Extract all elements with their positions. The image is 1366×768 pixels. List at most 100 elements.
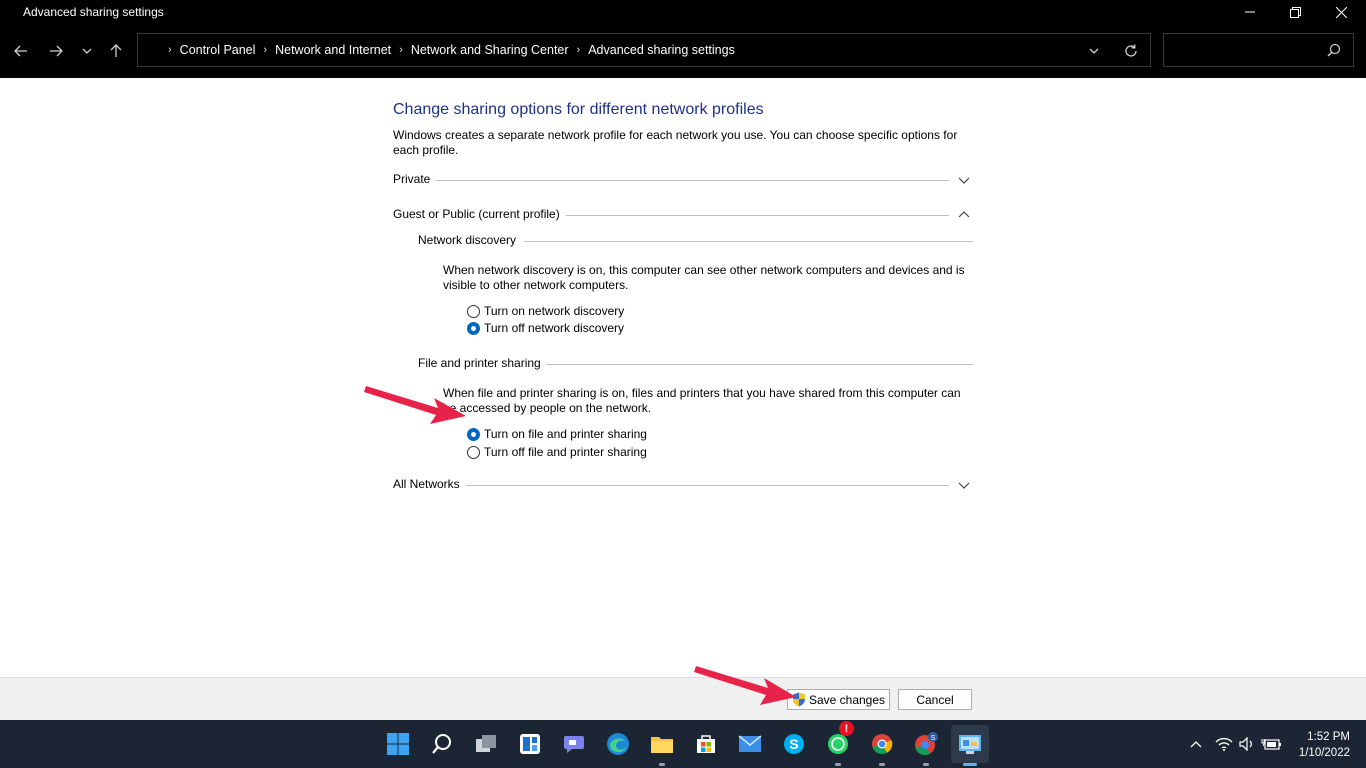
control-panel-button[interactable] xyxy=(951,725,989,766)
folder-icon xyxy=(651,737,673,753)
network-discovery-off-label[interactable]: Turn off network discovery xyxy=(484,321,624,335)
breadcrumb-network-and-internet[interactable]: Network and Internet xyxy=(275,43,391,57)
action-bar: Save changes Cancel xyxy=(0,677,1366,720)
annotation-arrow-icon xyxy=(694,666,796,705)
profile-guest-public-label: Guest or Public (current profile) xyxy=(393,207,566,221)
speaker-icon xyxy=(1239,737,1252,751)
svg-text:S: S xyxy=(931,735,936,742)
profile-guest-public-header[interactable]: Guest or Public (current profile) xyxy=(393,207,973,225)
forward-button[interactable] xyxy=(43,38,69,64)
profile-all-networks-header[interactable]: All Networks xyxy=(393,477,973,495)
address-dropdown-icon[interactable] xyxy=(1086,43,1102,59)
radio-button-selected[interactable] xyxy=(467,321,480,335)
network-discovery-title: Network discovery xyxy=(418,233,517,247)
running-indicator xyxy=(879,763,885,766)
taskbar: S ! S 1:52 PM 1/10/2022 xyxy=(0,720,1366,768)
whatsapp-icon xyxy=(828,734,848,754)
minimize-button[interactable] xyxy=(1227,0,1273,24)
profile-private-header[interactable]: Private xyxy=(393,172,973,190)
chrome-profile-button[interactable]: S xyxy=(912,730,940,766)
network-discovery-off-option[interactable]: Turn off network discovery xyxy=(467,320,624,336)
search-box[interactable] xyxy=(1163,33,1354,67)
mail-button[interactable] xyxy=(736,730,764,758)
running-indicator xyxy=(835,763,841,766)
clock-time: 1:52 PM xyxy=(1307,731,1350,743)
mail-icon xyxy=(738,735,762,752)
chevron-up-icon xyxy=(1190,741,1202,748)
show-hidden-icons-button[interactable] xyxy=(1186,734,1206,754)
up-button[interactable] xyxy=(103,38,129,64)
divider xyxy=(434,180,949,181)
task-view-button[interactable] xyxy=(472,730,500,758)
svg-text:S: S xyxy=(789,736,798,752)
restore-button[interactable] xyxy=(1272,0,1318,24)
network-discovery-on-option[interactable]: Turn on network discovery xyxy=(467,303,624,319)
breadcrumb-separator-icon: › xyxy=(399,44,403,56)
chevron-down-icon[interactable] xyxy=(957,173,971,187)
save-changes-button[interactable]: Save changes xyxy=(787,689,890,710)
title-bar: Advanced sharing settings xyxy=(0,0,1366,24)
skype-icon: S xyxy=(784,734,804,754)
breadcrumb-network-and-sharing-center[interactable]: Network and Sharing Center xyxy=(411,43,569,57)
divider xyxy=(524,241,973,242)
profile-all-networks-label: All Networks xyxy=(393,477,466,491)
divider xyxy=(465,485,949,486)
file-printer-sharing-off-option[interactable]: Turn off file and printer sharing xyxy=(467,444,647,460)
chrome-icon xyxy=(872,734,893,755)
save-changes-label: Save changes xyxy=(808,692,886,707)
whatsapp-button[interactable]: ! xyxy=(824,721,854,766)
file-printer-sharing-title: File and printer sharing xyxy=(418,356,541,370)
chevron-down-icon[interactable] xyxy=(957,478,971,492)
radio-button[interactable] xyxy=(467,304,480,318)
microsoft-store-button[interactable] xyxy=(692,730,720,758)
volume-button[interactable] xyxy=(1237,734,1257,754)
edge-browser-icon xyxy=(607,733,629,755)
network-discovery-header: Network discovery xyxy=(418,233,973,251)
clock-date: 1/10/2022 xyxy=(1298,747,1350,759)
recent-locations-button[interactable] xyxy=(74,38,100,64)
breadcrumb-separator-icon: › xyxy=(576,44,581,56)
network-discovery-on-label[interactable]: Turn on network discovery xyxy=(484,304,624,318)
up-arrow-icon xyxy=(110,44,122,57)
page-title: Change sharing options for different net… xyxy=(393,101,764,118)
start-button[interactable] xyxy=(384,730,412,758)
breadcrumb: › Control Panel › Network and Internet ›… xyxy=(168,43,735,57)
widgets-button[interactable] xyxy=(516,730,544,758)
close-button[interactable] xyxy=(1318,0,1364,24)
restore-icon xyxy=(1289,6,1301,18)
breadcrumb-control-panel[interactable]: Control Panel xyxy=(180,43,256,57)
refresh-icon[interactable] xyxy=(1122,42,1140,60)
file-printer-sharing-on-label[interactable]: Turn on file and printer sharing xyxy=(484,427,647,441)
skype-button[interactable]: S xyxy=(780,730,808,758)
file-printer-sharing-header: File and printer sharing xyxy=(418,356,973,374)
radio-button[interactable] xyxy=(467,445,480,459)
navigation-bar: › Control Panel › Network and Internet ›… xyxy=(0,24,1366,78)
radio-button-selected[interactable] xyxy=(467,427,480,441)
chrome-profile-icon: S xyxy=(915,732,938,756)
address-bar[interactable]: › Control Panel › Network and Internet ›… xyxy=(137,33,1151,67)
clock[interactable]: 1:52 PM 1/10/2022 xyxy=(1290,729,1350,761)
file-printer-sharing-off-label[interactable]: Turn off file and printer sharing xyxy=(484,445,647,459)
chevron-down-icon xyxy=(82,48,92,54)
taskbar-search-button[interactable] xyxy=(428,730,456,758)
breadcrumb-separator-icon: › xyxy=(168,44,172,56)
file-printer-sharing-on-option[interactable]: Turn on file and printer sharing xyxy=(467,426,647,442)
minimize-icon xyxy=(1245,11,1255,13)
battery-button[interactable] xyxy=(1261,734,1281,754)
back-arrow-icon xyxy=(14,45,27,57)
back-button[interactable] xyxy=(8,38,34,64)
search-icon xyxy=(432,734,451,754)
file-explorer-button[interactable] xyxy=(648,730,676,766)
edge-button[interactable] xyxy=(604,730,632,758)
breadcrumb-advanced-sharing-settings[interactable]: Advanced sharing settings xyxy=(588,43,735,57)
notification-badge: ! xyxy=(839,721,854,736)
teams-chat-button[interactable] xyxy=(560,730,588,758)
running-indicator xyxy=(923,763,929,766)
cancel-label: Cancel xyxy=(916,692,954,707)
network-status-button[interactable] xyxy=(1214,734,1234,754)
chevron-up-icon[interactable] xyxy=(957,208,971,222)
intro-text: Windows creates a separate network profi… xyxy=(393,128,958,157)
cancel-button[interactable]: Cancel xyxy=(898,689,972,710)
chrome-button[interactable] xyxy=(868,730,896,766)
windows-logo-icon xyxy=(387,733,409,755)
